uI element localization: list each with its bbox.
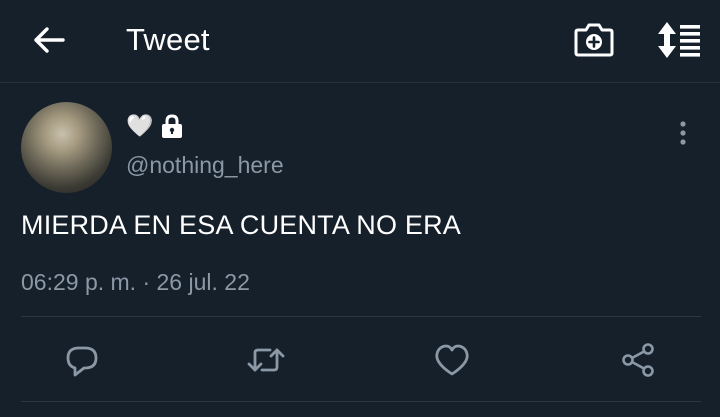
camera-plus-icon: [574, 23, 614, 57]
page-title: Tweet: [126, 22, 210, 57]
top-bar: Tweet: [0, 0, 720, 83]
like-button[interactable]: [430, 338, 474, 382]
reply-icon: [66, 346, 98, 377]
divider: [21, 316, 701, 317]
share-button[interactable]: [616, 338, 660, 382]
add-photo-button[interactable]: [570, 18, 618, 62]
tweet-timestamp: 06:29 p. m. · 26 jul. 22: [21, 269, 250, 295]
sort-button[interactable]: [650, 18, 704, 62]
retweet-button[interactable]: [244, 338, 288, 382]
arrow-left-icon: [34, 27, 65, 53]
heart-icon: [435, 344, 469, 376]
back-button[interactable]: [26, 20, 72, 60]
lock-icon: [162, 114, 183, 138]
sort-list-icon: [658, 22, 700, 58]
tweet-actions: [0, 330, 720, 390]
more-vertical-icon: [680, 121, 686, 145]
retweet-icon: [247, 348, 285, 372]
user-handle[interactable]: @nothing_here: [126, 152, 284, 179]
share-icon: [622, 343, 654, 377]
more-options-button[interactable]: [670, 118, 696, 148]
divider: [21, 401, 701, 402]
display-name: 🤍: [126, 113, 154, 138]
tweet-text: MIERDA EN ESA CUENTA NO ERA: [21, 210, 461, 240]
avatar[interactable]: [21, 102, 112, 193]
reply-button[interactable]: [60, 338, 104, 382]
author-name-row[interactable]: 🤍: [126, 112, 185, 140]
